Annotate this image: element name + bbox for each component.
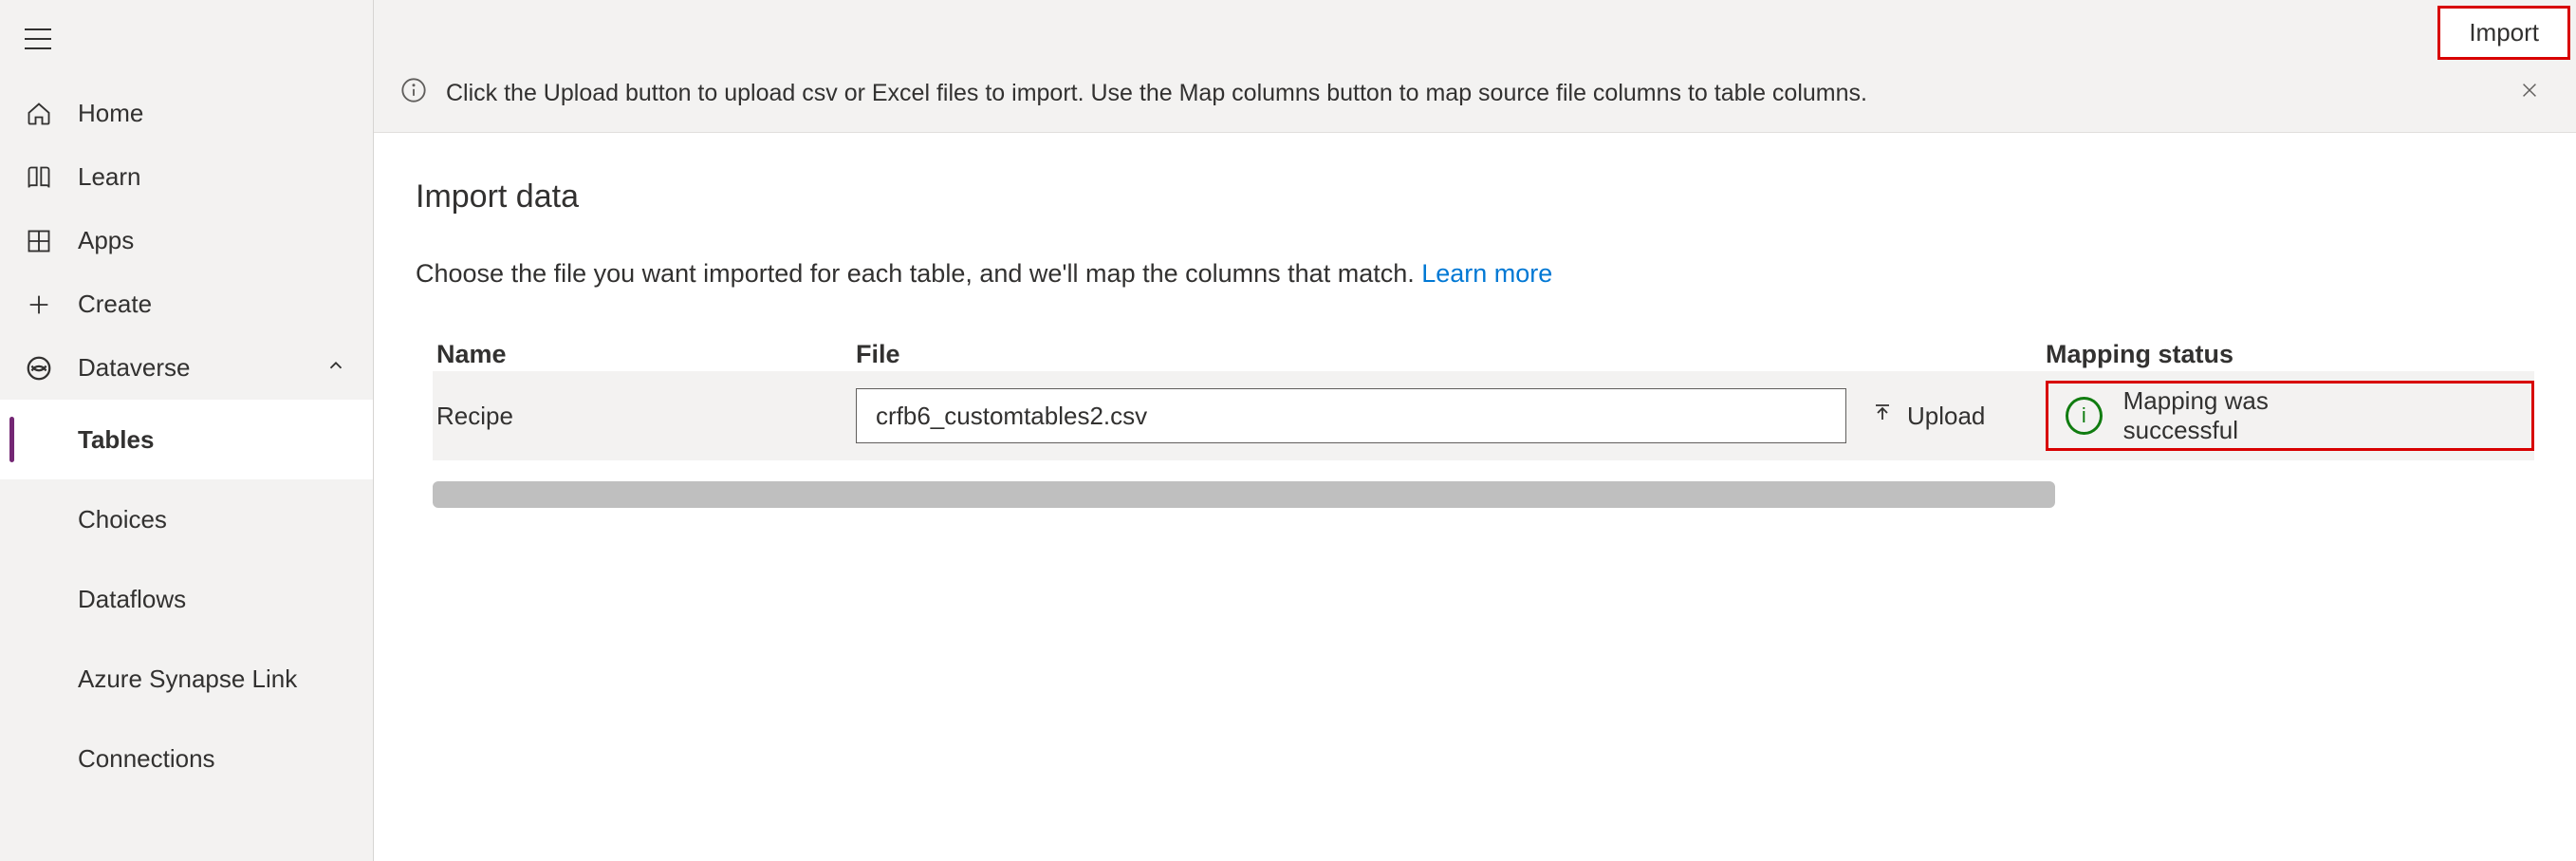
column-header-status[interactable]: Mapping status bbox=[2046, 340, 2534, 369]
sidebar-subitem-dataflows[interactable]: Dataflows bbox=[0, 559, 373, 639]
file-name-input[interactable] bbox=[856, 388, 1846, 443]
close-banner-button[interactable] bbox=[2510, 76, 2549, 111]
sidebar-subitem-connections[interactable]: Connections bbox=[0, 719, 373, 798]
sidebar-subitem-choices[interactable]: Choices bbox=[0, 479, 373, 559]
sidebar-item-home[interactable]: Home bbox=[0, 82, 373, 145]
horizontal-scrollbar[interactable] bbox=[433, 481, 2055, 508]
hamburger-icon bbox=[25, 28, 51, 49]
upload-icon bbox=[1871, 402, 1894, 431]
sidebar-item-create[interactable]: Create bbox=[0, 272, 373, 336]
import-button[interactable]: Import bbox=[2437, 6, 2570, 60]
dataverse-icon bbox=[25, 354, 53, 383]
book-icon bbox=[25, 164, 53, 191]
sidebar-item-label: Create bbox=[78, 290, 152, 319]
mapping-status-text: Mapping was successful bbox=[2123, 386, 2380, 445]
info-banner: Click the Upload button to upload csv or… bbox=[374, 63, 2576, 133]
sidebar-item-label: Dataverse bbox=[78, 353, 191, 383]
sidebar-subitem-label: Azure Synapse Link bbox=[78, 664, 297, 694]
apps-icon bbox=[25, 228, 53, 254]
sidebar-item-label: Learn bbox=[78, 162, 141, 192]
page-title: Import data bbox=[416, 178, 2534, 215]
column-header-name[interactable]: Name bbox=[433, 340, 856, 369]
sidebar: Home Learn Apps Create Da bbox=[0, 0, 374, 861]
sidebar-subitem-label: Tables bbox=[78, 425, 154, 455]
hamburger-menu-button[interactable] bbox=[0, 19, 373, 82]
top-bar: Import bbox=[374, 0, 2576, 63]
table-row: Recipe Upload i Mapping was successful bbox=[433, 371, 2534, 460]
upload-button[interactable]: Upload bbox=[1846, 402, 2046, 431]
row-name: Recipe bbox=[433, 402, 856, 431]
page-subtext-text: Choose the file you want imported for ea… bbox=[416, 259, 1421, 288]
content-panel: Import data Choose the file you want imp… bbox=[374, 133, 2576, 861]
upload-label: Upload bbox=[1907, 402, 1985, 431]
success-icon: i bbox=[2066, 397, 2103, 435]
sidebar-item-learn[interactable]: Learn bbox=[0, 145, 373, 209]
close-icon bbox=[2519, 80, 2540, 101]
sidebar-item-label: Apps bbox=[78, 226, 134, 255]
sidebar-item-apps[interactable]: Apps bbox=[0, 209, 373, 272]
info-banner-text: Click the Upload button to upload csv or… bbox=[446, 80, 1867, 107]
page-subtext: Choose the file you want imported for ea… bbox=[416, 259, 2534, 289]
mapping-status-badge: i Mapping was successful bbox=[2046, 381, 2534, 451]
info-icon bbox=[400, 77, 427, 110]
sidebar-subitem-label: Connections bbox=[78, 744, 215, 774]
sidebar-subitem-azure-synapse-link[interactable]: Azure Synapse Link bbox=[0, 639, 373, 719]
column-header-file[interactable]: File bbox=[856, 340, 2046, 369]
sidebar-subitem-tables[interactable]: Tables bbox=[0, 400, 373, 479]
learn-more-link[interactable]: Learn more bbox=[1421, 259, 1552, 288]
sidebar-subitem-label: Choices bbox=[78, 505, 167, 534]
chevron-up-icon bbox=[325, 353, 346, 383]
sidebar-item-dataverse[interactable]: Dataverse bbox=[0, 336, 373, 400]
table-header-row: Name File Mapping status bbox=[433, 340, 2534, 371]
home-icon bbox=[25, 101, 53, 127]
main-area: Import Click the Upload button to upload… bbox=[374, 0, 2576, 861]
sidebar-item-label: Home bbox=[78, 99, 143, 128]
plus-icon bbox=[25, 291, 53, 318]
sidebar-subitem-label: Dataflows bbox=[78, 585, 186, 614]
